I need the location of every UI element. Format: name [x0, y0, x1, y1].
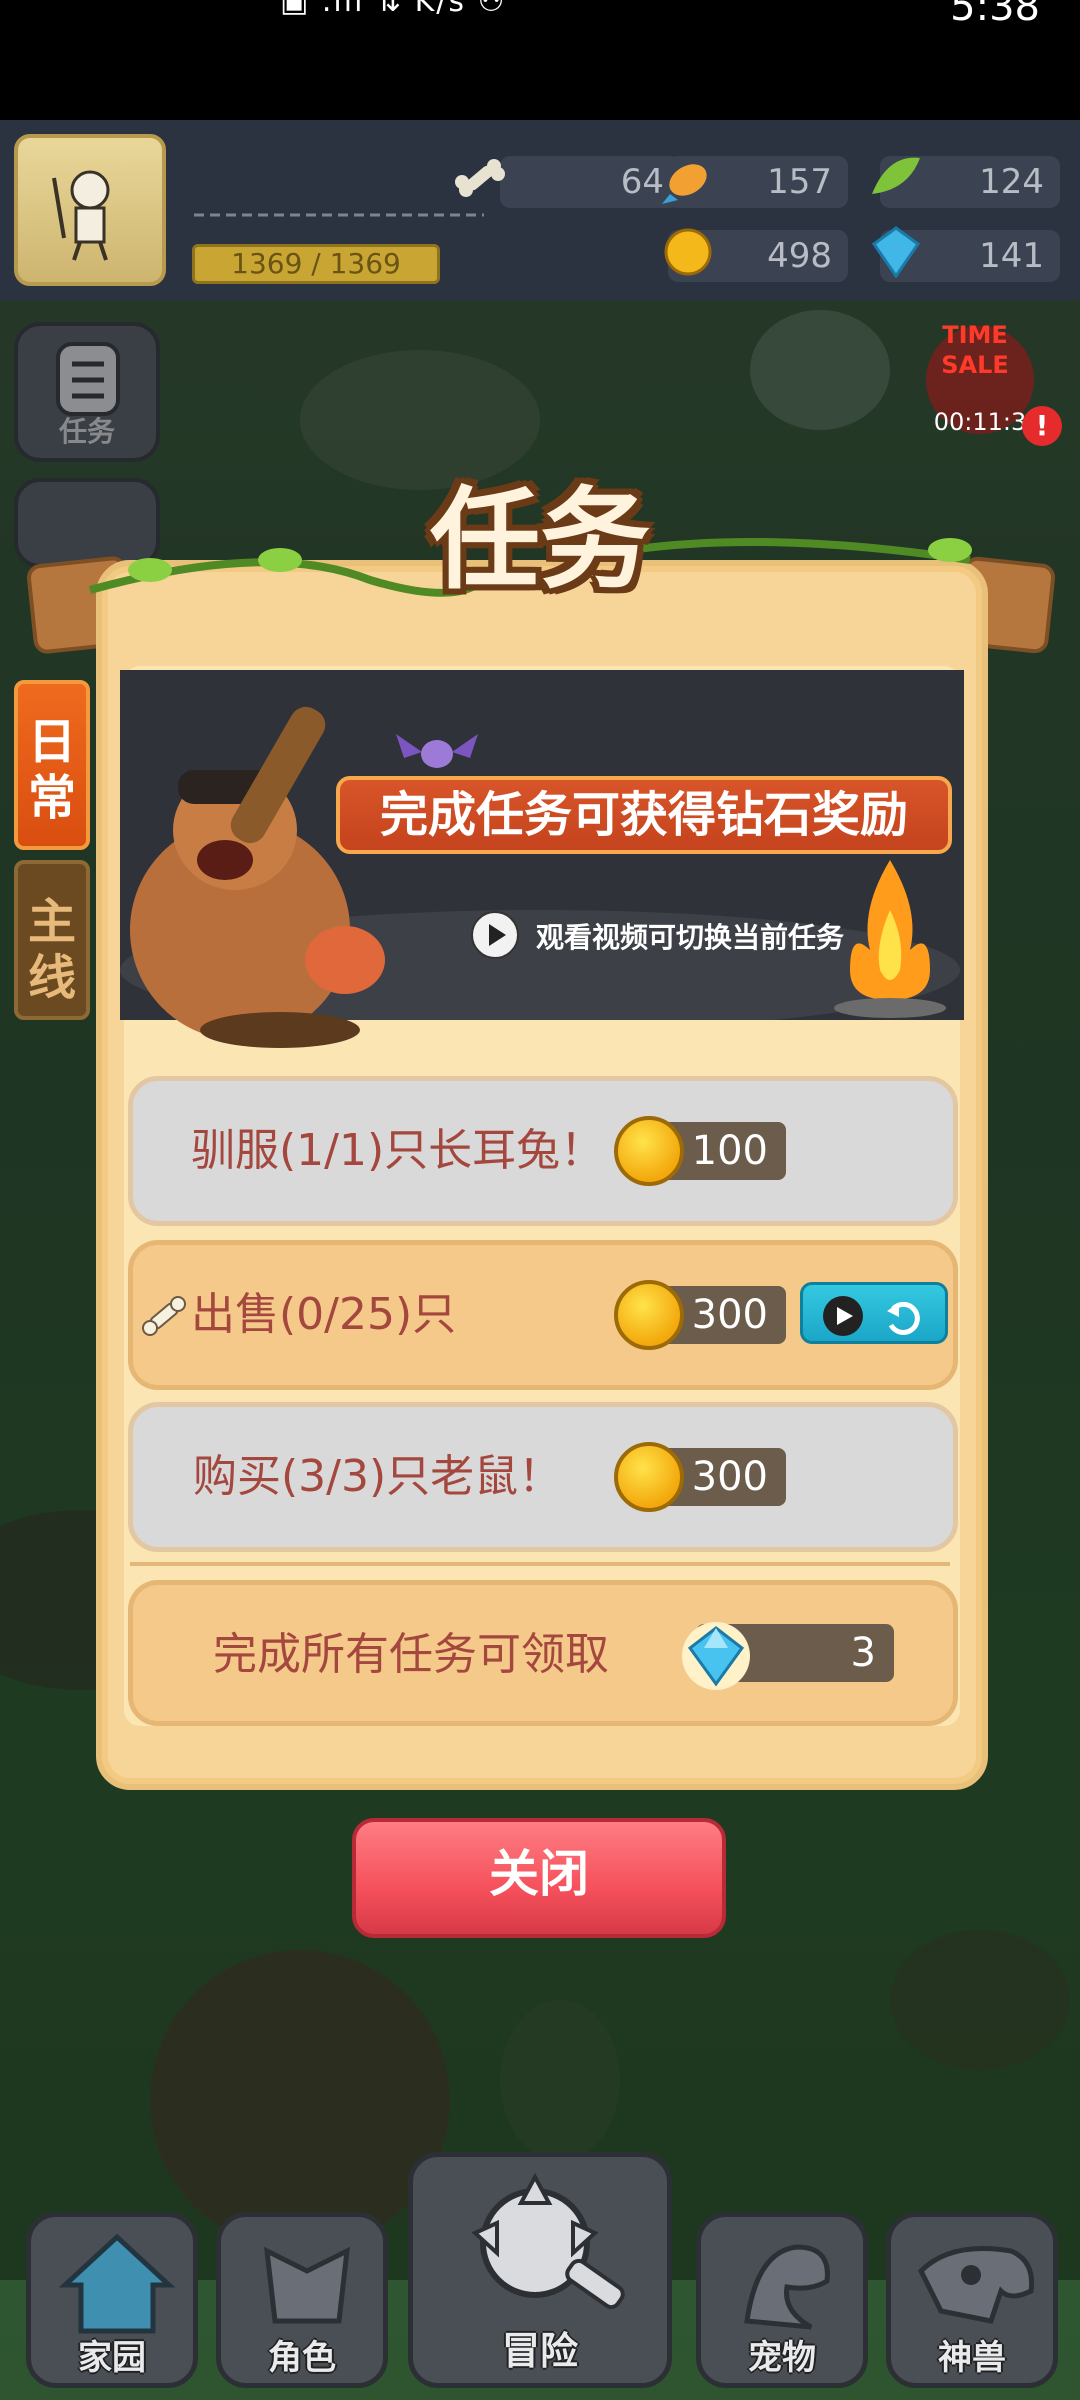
panel-title: 任务: [430, 476, 650, 604]
video-refresh-button[interactable]: [800, 1282, 948, 1344]
status-icons: ▣ .ıll ⇅ K/s ⚇: [280, 0, 507, 19]
gold-coin-icon: [614, 1442, 684, 1512]
task-2-text: 出售(0/25)只: [191, 1289, 457, 1340]
tab-daily[interactable]: 日常: [14, 680, 90, 850]
final-reward-text: 完成所有任务可领取: [213, 1629, 609, 1680]
nav-pets[interactable]: 宠物: [696, 2212, 868, 2388]
tab-main[interactable]: 主线: [14, 860, 90, 1020]
task-3-text: 购买(3/3)只老鼠！: [193, 1451, 563, 1502]
dinosaur-skull-icon: [917, 2246, 1035, 2324]
spiked-club-icon: [471, 2173, 625, 2310]
nav-beasts[interactable]: 神兽: [886, 2212, 1058, 2388]
resource-bar: 1369 / 1369 64 157 124 498 141: [0, 120, 1080, 300]
gold-coin-icon: [614, 1280, 684, 1350]
bone-icon: [142, 1296, 186, 1336]
xp-progress-bar: 1369 / 1369: [192, 244, 440, 284]
tab-main-label: 主线: [28, 894, 77, 1006]
video-icon: [470, 910, 520, 960]
pet-icon: [744, 2244, 830, 2330]
nav-home-label: 家园: [78, 2338, 146, 2378]
diamond-icon: [682, 1622, 750, 1690]
nav-character[interactable]: 角色: [216, 2212, 388, 2388]
bat-illustration: [396, 734, 478, 768]
player-avatar[interactable]: [14, 134, 166, 286]
player-name-placeholder: [194, 213, 484, 217]
nav-home[interactable]: 家园: [26, 2212, 198, 2388]
tab-daily-label: 日常: [28, 714, 77, 826]
nav-character-label: 角色: [268, 2338, 336, 2378]
status-time: 5:38: [950, 0, 1040, 30]
bone-icon: [455, 159, 505, 197]
leaf-icon: [872, 157, 920, 194]
close-button[interactable]: 关闭: [352, 1818, 726, 1938]
character-icon: [263, 2246, 351, 2324]
gold-coin-icon: [664, 228, 712, 276]
campfire-illustration: [834, 860, 946, 1018]
alert-icon: !: [1022, 406, 1062, 446]
nav-adventure-label: 冒险: [501, 2329, 578, 2373]
time-sale-button[interactable]: TIME SALE 00:11:3 !: [920, 318, 1062, 458]
nav-beasts-label: 神兽: [938, 2338, 1006, 2378]
nav-pets-label: 宠物: [748, 2338, 816, 2378]
task-row-3: 购买(3/3)只老鼠！: [128, 1402, 958, 1552]
time-sale-label: TIME SALE: [941, 321, 1009, 379]
banner-subtitle: 观看视频可切换当前任务: [536, 921, 845, 954]
diamond-icon: [871, 226, 921, 279]
home-icon: [58, 2233, 176, 2334]
task-1-text: 驯服(1/1)只长耳兔！: [191, 1125, 605, 1176]
status-bar: ▣ .ıll ⇅ K/s ⚇ 5:38: [0, 0, 1080, 120]
bone-count: 64: [500, 156, 680, 208]
task-row-1: 驯服(1/1)只长耳兔！: [128, 1076, 958, 1226]
video-refresh-icon: [823, 1296, 920, 1336]
caveman-avatar-icon: [52, 170, 110, 261]
caveman-ogre-illustration: [130, 706, 385, 1048]
fish-icon: [662, 164, 707, 204]
banner-title: 完成任务可获得钻石奖励: [336, 776, 952, 854]
panel-divider: [130, 1562, 950, 1566]
nav-adventure[interactable]: 冒险: [408, 2152, 672, 2388]
gold-coin-icon: [614, 1116, 684, 1186]
